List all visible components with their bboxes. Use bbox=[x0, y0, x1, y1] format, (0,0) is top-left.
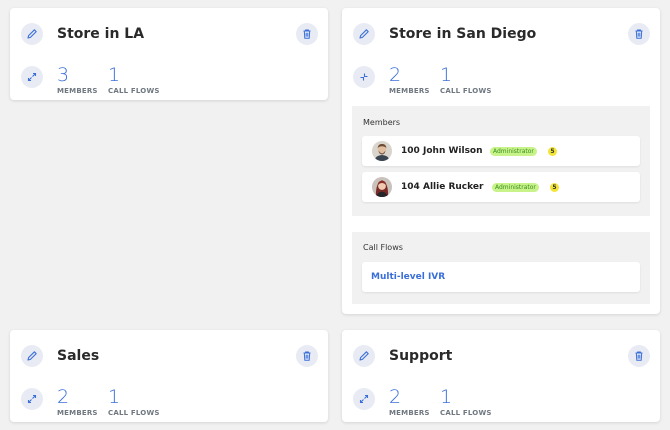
trash-icon bbox=[303, 351, 311, 361]
collapse-toggle[interactable] bbox=[353, 66, 375, 88]
group-card: Store in LA 3 MEMBERS 1 CALL FLOWS bbox=[10, 8, 328, 100]
avatar bbox=[372, 141, 392, 161]
members-count: 2 bbox=[389, 64, 402, 86]
edit-button[interactable] bbox=[21, 23, 43, 45]
expand-toggle[interactable] bbox=[21, 388, 43, 410]
call-flows-label: CALL FLOWS bbox=[108, 87, 160, 95]
group-title: Store in LA bbox=[57, 26, 145, 42]
pencil-icon bbox=[27, 29, 37, 39]
call-flows-count: 1 bbox=[108, 386, 121, 408]
collapse-icon bbox=[360, 73, 368, 81]
members-stat[interactable]: 2 MEMBERS bbox=[57, 386, 98, 417]
member-row[interactable]: 100 John Wilson Administrator 5 bbox=[362, 136, 640, 166]
call-flows-label: CALL FLOWS bbox=[108, 409, 160, 417]
expand-toggle[interactable] bbox=[353, 388, 375, 410]
group-title: Sales bbox=[57, 348, 100, 364]
pencil-icon bbox=[359, 29, 369, 39]
members-count: 2 bbox=[57, 386, 70, 408]
members-count: 3 bbox=[57, 64, 70, 86]
edit-button[interactable] bbox=[21, 345, 43, 367]
call-flows-stat[interactable]: 1 CALL FLOWS bbox=[440, 386, 492, 417]
member-extension: 104 bbox=[401, 182, 420, 192]
count-badge: 5 bbox=[548, 147, 557, 156]
call-flow-link[interactable]: Multi-level IVR bbox=[371, 262, 445, 292]
member-name: Allie Rucker bbox=[423, 182, 484, 192]
expand-icon bbox=[27, 394, 37, 404]
delete-button[interactable] bbox=[628, 345, 650, 367]
call-flows-count: 1 bbox=[440, 386, 453, 408]
edit-button[interactable] bbox=[353, 345, 375, 367]
group-title: Store in San Diego bbox=[389, 26, 537, 42]
member-row[interactable]: 104 Allie Rucker Administrator 5 bbox=[362, 172, 640, 202]
count-badge: 5 bbox=[550, 183, 559, 192]
members-count: 2 bbox=[389, 386, 402, 408]
members-label: MEMBERS bbox=[57, 409, 98, 417]
call-flows-label: CALL FLOWS bbox=[440, 87, 492, 95]
role-badge: Administrator bbox=[492, 183, 539, 192]
expand-icon bbox=[27, 72, 37, 82]
pencil-icon bbox=[359, 351, 369, 361]
group-card: Sales 2 MEMBERS 1 CALL FLOWS bbox=[10, 330, 328, 422]
members-panel: Members 100 John Wilson Administrator 5 bbox=[352, 106, 650, 216]
call-flows-count: 1 bbox=[108, 64, 121, 86]
expand-icon bbox=[359, 394, 369, 404]
edit-button[interactable] bbox=[353, 23, 375, 45]
members-section-title: Members bbox=[363, 118, 401, 127]
group-card: Store in San Diego 2 MEMBERS 1 CALL FLOW… bbox=[342, 8, 660, 314]
members-stat[interactable]: 2 MEMBERS bbox=[389, 64, 430, 95]
members-label: MEMBERS bbox=[389, 87, 430, 95]
members-stat[interactable]: 3 MEMBERS bbox=[57, 64, 98, 95]
delete-button[interactable] bbox=[628, 23, 650, 45]
delete-button[interactable] bbox=[296, 23, 318, 45]
call-flows-label: CALL FLOWS bbox=[440, 409, 492, 417]
avatar bbox=[372, 177, 392, 197]
trash-icon bbox=[635, 351, 643, 361]
trash-icon bbox=[635, 29, 643, 39]
delete-button[interactable] bbox=[296, 345, 318, 367]
call-flow-item[interactable]: Multi-level IVR bbox=[362, 262, 640, 292]
member-name: John Wilson bbox=[423, 146, 483, 156]
call-flows-panel: Call Flows Multi-level IVR bbox=[352, 232, 650, 304]
call-flows-stat[interactable]: 1 CALL FLOWS bbox=[440, 64, 492, 95]
trash-icon bbox=[303, 29, 311, 39]
group-card: Support 2 MEMBERS 1 CALL FLOWS bbox=[342, 330, 660, 422]
expand-toggle[interactable] bbox=[21, 66, 43, 88]
call-flows-stat[interactable]: 1 CALL FLOWS bbox=[108, 386, 160, 417]
call-flows-count: 1 bbox=[440, 64, 453, 86]
call-flows-stat[interactable]: 1 CALL FLOWS bbox=[108, 64, 160, 95]
role-badge: Administrator bbox=[490, 147, 537, 156]
members-label: MEMBERS bbox=[57, 87, 98, 95]
member-extension: 100 bbox=[401, 146, 420, 156]
members-stat[interactable]: 2 MEMBERS bbox=[389, 386, 430, 417]
members-label: MEMBERS bbox=[389, 409, 430, 417]
call-flows-section-title: Call Flows bbox=[363, 243, 403, 252]
pencil-icon bbox=[27, 351, 37, 361]
group-title: Support bbox=[389, 348, 453, 364]
